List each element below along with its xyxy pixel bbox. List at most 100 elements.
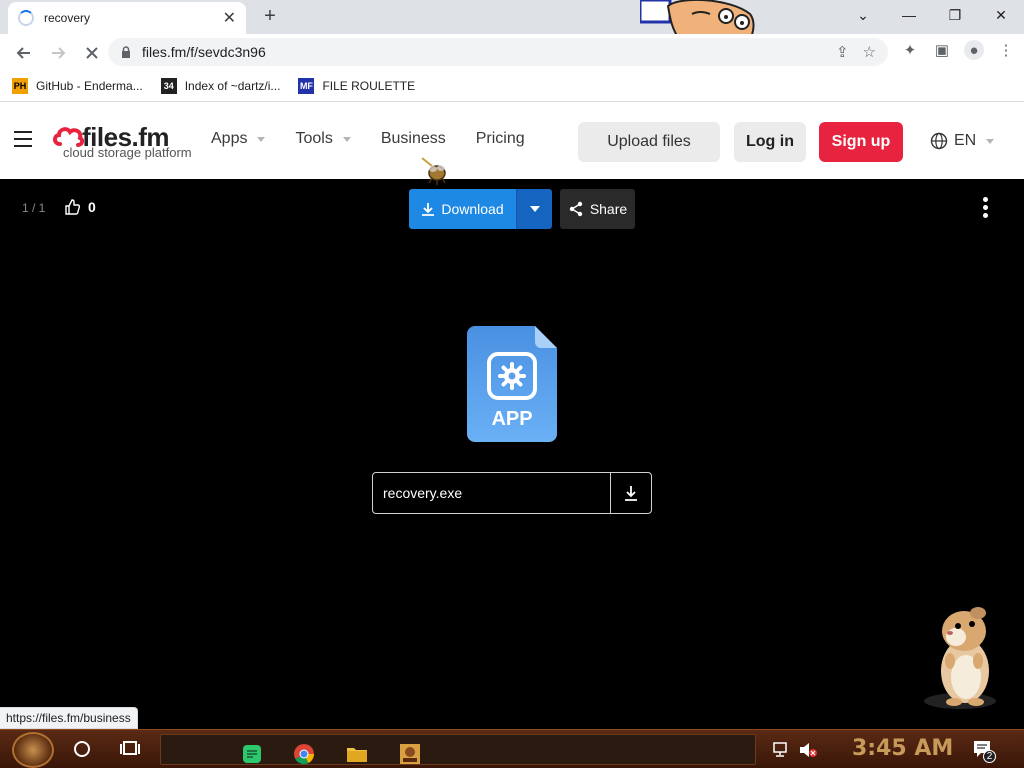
screen: recovery ✕ + ⌄ — ❐ ✕ files.fm/f/sevdc3n9… (0, 0, 1024, 768)
nav-pricing[interactable]: Pricing (476, 130, 525, 148)
share-page-icon[interactable]: ⇪ (836, 43, 849, 61)
forward-icon[interactable] (44, 39, 72, 67)
bookmark-label: Index of ~dartz/i... (184, 79, 281, 93)
bookmark-file-roulette[interactable]: MF FILE ROULETTE (298, 78, 415, 94)
bookmarks-bar: PH GitHub - Enderma... 34 Index of ~dart… (0, 71, 1024, 102)
file-counter: 1 / 1 (22, 201, 46, 215)
bookmark-label: FILE ROULETTE (322, 79, 416, 93)
download-icon (625, 486, 637, 501)
site-header: files.fm cloud storage platform Apps Too… (0, 102, 1024, 179)
windows-taskbar: 3:45 AM 2 (0, 729, 1024, 768)
minimize-icon[interactable]: — (886, 0, 932, 30)
thumbs-up-icon (65, 199, 80, 215)
chrome-icon (294, 744, 315, 765)
bookmark-favicon-icon: PH (12, 78, 28, 94)
log-in-button[interactable]: Log in (734, 122, 806, 162)
taskbar-app-game[interactable] (397, 742, 423, 766)
download-icon (422, 203, 435, 216)
browser-menu-icon[interactable]: ⋮ (996, 40, 1016, 60)
bookmark-favicon-icon: MF (298, 78, 315, 94)
start-button[interactable] (12, 732, 54, 768)
back-icon[interactable] (10, 39, 38, 67)
url-text[interactable]: files.fm/f/sevdc3n96 (142, 44, 836, 60)
bookmark-github[interactable]: PH GitHub - Enderma... (12, 78, 143, 94)
nav-apps[interactable]: Apps (211, 130, 266, 148)
caret-down-icon (342, 136, 351, 142)
upload-files-button[interactable]: Upload files (578, 122, 720, 162)
globe-icon (930, 132, 948, 150)
download-label: Download (441, 201, 504, 217)
share-button[interactable]: Share (560, 189, 635, 229)
download-button-group: Download (409, 189, 552, 229)
taskbar-clock[interactable]: 3:45 AM (852, 736, 953, 761)
bookmark-star-icon[interactable]: ☆ (863, 43, 876, 61)
taskbar-app-chrome[interactable] (291, 742, 317, 766)
notes-app-icon (243, 745, 261, 763)
logo-tagline: cloud storage platform (63, 145, 192, 160)
tab-strip: recovery ✕ + ⌄ — ❐ ✕ (0, 0, 1024, 58)
nav-label: Business (380, 130, 446, 147)
nav-label: Pricing (475, 130, 525, 147)
address-bar[interactable]: files.fm/f/sevdc3n96 ⇪ ☆ (108, 38, 888, 66)
nav-label: Tools (295, 130, 333, 147)
app-file-icon: APP (467, 326, 557, 442)
caret-down-icon (986, 138, 995, 144)
bug-cursor-icon (421, 157, 446, 185)
language-label: EN (954, 132, 977, 149)
window-controls: ⌄ — ❐ ✕ (840, 0, 1024, 30)
main-nav: Apps Tools Business Pricing (211, 130, 525, 148)
profile-avatar-icon[interactable]: ● (964, 40, 984, 60)
side-panel-icon[interactable]: ▣ (932, 40, 952, 60)
loading-spinner-icon (18, 10, 34, 26)
browser-toolbar: files.fm/f/sevdc3n96 ⇪ ☆ ✦ ▣ ● ⋮ (0, 34, 1024, 71)
filename: recovery.exe (383, 485, 463, 501)
new-tab-button[interactable]: + (258, 4, 282, 28)
tab-search-icon[interactable]: ⌄ (840, 0, 886, 30)
close-window-icon[interactable]: ✕ (978, 0, 1024, 30)
volume-muted-icon[interactable] (798, 742, 818, 758)
like-count: 0 (88, 199, 96, 215)
search-circle-icon[interactable] (74, 741, 90, 757)
file-viewer: 1 / 1 0 Download Share APP recovery.exe (0, 179, 1024, 729)
taskbar-app-explorer[interactable] (344, 742, 370, 766)
share-icon (569, 201, 583, 217)
nav-business[interactable]: Business (381, 130, 446, 148)
link-status-bar: https://files.fm/business (0, 707, 138, 729)
filename-bar: recovery.exe (372, 472, 652, 514)
files-fm-logo[interactable]: files.fm cloud storage platform (52, 122, 192, 162)
bookmark-index[interactable]: 34 Index of ~dartz/i... (160, 78, 281, 94)
caret-down-icon (257, 136, 266, 142)
file-type-label: APP (491, 408, 532, 430)
game-app-icon (400, 744, 420, 764)
share-label: Share (589, 201, 628, 217)
browser-tab[interactable]: recovery ✕ (8, 2, 246, 34)
network-icon[interactable] (772, 741, 790, 758)
download-button[interactable]: Download (409, 189, 516, 229)
more-options-icon[interactable] (980, 197, 990, 221)
bookmark-favicon-icon: 34 (160, 78, 177, 94)
notification-count: 2 (983, 750, 996, 763)
dancing-hamster-icon (924, 607, 996, 709)
nav-tools[interactable]: Tools (295, 130, 351, 148)
extensions-icon[interactable]: ✦ (900, 40, 920, 60)
notification-center[interactable]: 2 (972, 739, 996, 763)
restore-icon[interactable]: ❐ (932, 0, 978, 30)
hamburger-menu-icon[interactable] (14, 131, 32, 147)
lock-icon[interactable] (120, 46, 132, 58)
taskbar-app-notes[interactable] (239, 742, 265, 766)
taskbar-apps-panel (160, 734, 756, 765)
tab-title: recovery (44, 11, 91, 25)
nav-label: Apps (211, 130, 248, 147)
system-tray (772, 734, 818, 765)
bookmark-label: GitHub - Enderma... (36, 79, 143, 93)
download-options-dropdown[interactable] (516, 189, 552, 229)
sign-up-button[interactable]: Sign up (819, 122, 903, 162)
close-tab-icon[interactable]: ✕ (223, 8, 236, 28)
task-view-icon[interactable] (120, 740, 140, 758)
like-button[interactable]: 0 (64, 199, 96, 215)
filename-download-button[interactable] (610, 473, 651, 513)
folder-icon (347, 748, 367, 762)
caret-down-icon (529, 206, 540, 212)
stop-loading-icon[interactable] (78, 39, 106, 67)
language-selector[interactable]: EN (930, 132, 995, 150)
